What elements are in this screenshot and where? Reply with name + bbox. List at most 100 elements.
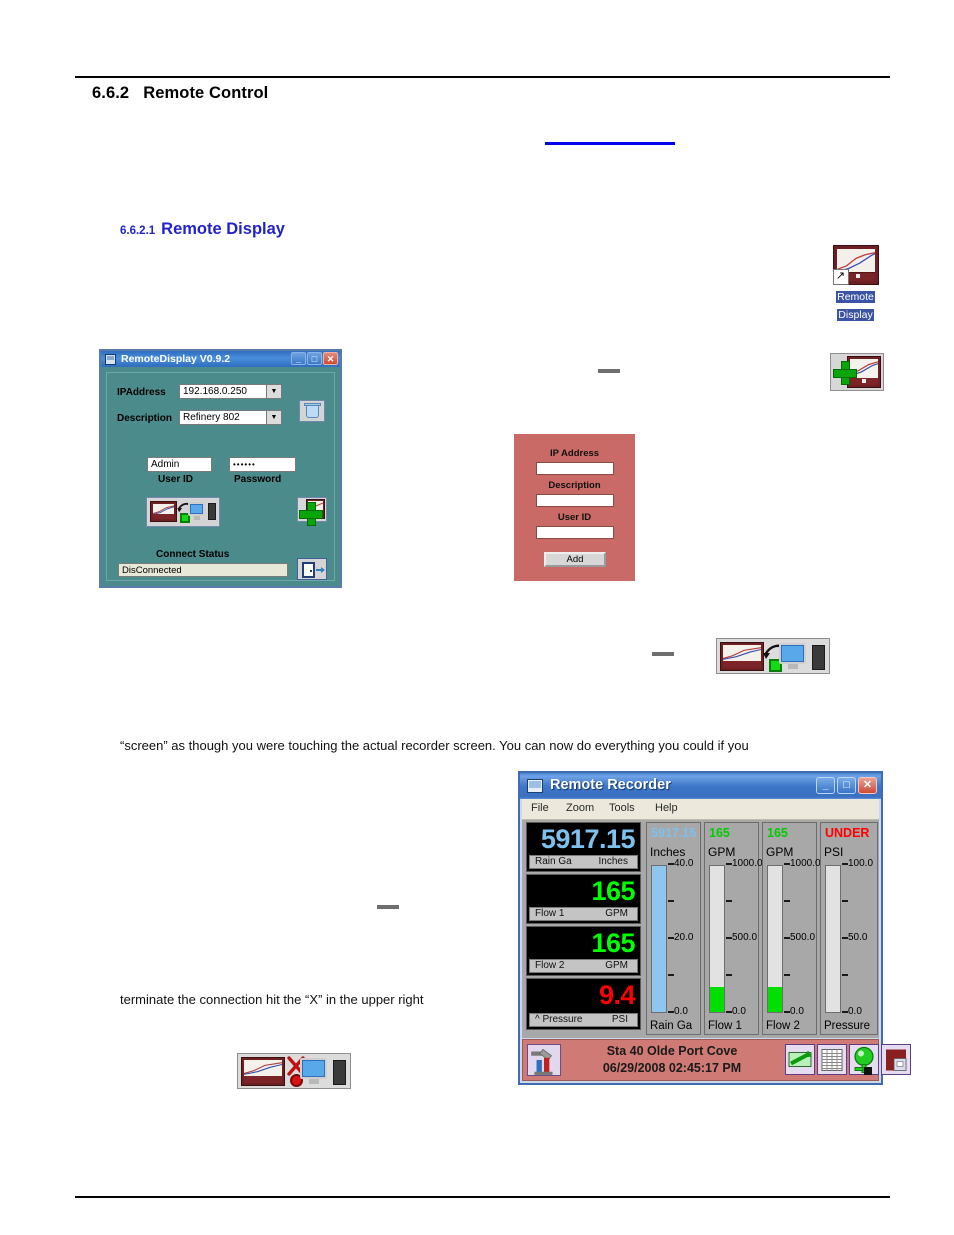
desktop-icon-remote-display[interactable]: ↗ Remote Display (828, 245, 883, 323)
connect-button-icon (148, 499, 218, 525)
window-controls: _ □ ✕ (291, 352, 338, 365)
add-user-id-label: User ID (557, 512, 592, 523)
gauge-tick-min: 0.0 (732, 1006, 746, 1017)
table-view-button[interactable] (817, 1044, 847, 1075)
resize-grip[interactable] (864, 1067, 872, 1075)
readout-unit: PSI (611, 1014, 628, 1025)
ip-address-combo[interactable]: 192.168.0.250 ▼ (179, 384, 282, 399)
recorder-base-small (153, 514, 174, 519)
recorder-thumb-led (862, 379, 867, 383)
minimize-button[interactable]: _ (291, 352, 306, 365)
gauge-tube (825, 865, 841, 1013)
window-app-icon (527, 779, 543, 793)
menu-item-help[interactable]: Help (655, 802, 678, 814)
gauge-tube (651, 865, 667, 1013)
connect-icon[interactable] (716, 638, 830, 674)
user-id-input[interactable]: Admin (147, 457, 212, 472)
readout-pressure[interactable]: 9.4 ^ Pressure PSI (526, 978, 641, 1030)
gauge-tube (767, 865, 783, 1013)
recorder-shape (150, 501, 177, 522)
gauge-flow-2[interactable]: 165 GPM 1000.0 500.0 0.0 Flow 2 (762, 822, 821, 1035)
menu-item-tools[interactable]: Tools (609, 802, 635, 814)
remote-recorder-titlebar[interactable]: Remote Recorder _ □ ✕ (520, 773, 881, 799)
recorder-shape (241, 1057, 285, 1086)
add-button[interactable]: Add (544, 552, 606, 567)
tools-icon-button[interactable] (527, 1044, 561, 1076)
readout-name: Flow 1 (535, 908, 565, 919)
close-button[interactable]: ✕ (858, 777, 877, 794)
recorder-base-small (244, 1075, 282, 1083)
gauge-tube (709, 865, 725, 1013)
bullet-dash-3 (377, 905, 399, 909)
readout-name: Rain Ga (535, 856, 572, 867)
add-user-id-input[interactable] (536, 526, 614, 539)
gauge-tick-max: 1000.0 (790, 858, 821, 869)
gauge-tick-min: 0.0 (790, 1006, 804, 1017)
chevron-down-icon[interactable]: ▼ (266, 385, 281, 398)
gauge-tick-max: 100.0 (848, 858, 874, 869)
gauge-unit: Inches (650, 845, 686, 859)
gauge-scale: 1000.0 500.0 0.0 (726, 859, 763, 1017)
gauge-scale: 40.0 20.0 0.0 (668, 859, 700, 1017)
gauge-unit: PSI (824, 845, 844, 859)
readout-rain-ga[interactable]: 5917.15 Rain Ga Inches (526, 822, 641, 872)
add-description-input[interactable] (536, 494, 614, 507)
connect-status-value: DisConnected (118, 563, 288, 577)
add-entry-button[interactable] (297, 497, 327, 526)
gauge-fill (652, 866, 666, 1012)
password-input[interactable]: •••••• (229, 457, 296, 472)
gauge-tick-min: 0.0 (848, 1006, 862, 1017)
bullet-dash-1 (598, 369, 620, 373)
paragraph-screen-touch: “screen” as though you were touching the… (120, 738, 749, 753)
section-number: 6.6.2 (92, 84, 130, 102)
readout-flow-1[interactable]: 165 Flow 1 GPM (526, 874, 641, 924)
pc-monitor-stand (788, 664, 798, 669)
readout-unit: GPM (605, 960, 628, 971)
description-combo[interactable]: Refinery 802 ▼ (179, 410, 282, 425)
gauge-rain-ga[interactable]: 5917.15 Inches 40.0 20.0 0.0 Rain Ga (646, 822, 701, 1035)
pc-monitor-stand (194, 516, 200, 520)
minimize-button[interactable]: _ (816, 777, 835, 794)
disconnect-icon[interactable] (237, 1053, 351, 1089)
save-button[interactable] (881, 1044, 911, 1075)
maximize-button[interactable]: □ (307, 352, 322, 365)
footer-rule (75, 1196, 890, 1198)
description-value: Refinery 802 (183, 412, 240, 423)
redacted-hyperlink[interactable] (545, 142, 675, 145)
trend-line-icon (244, 1062, 282, 1075)
remote-display-window: RemoteDisplay V0.9.2 _ □ ✕ IPAddress 192… (99, 349, 342, 588)
gauge-unit: GPM (708, 845, 736, 859)
connect-button[interactable] (146, 497, 220, 527)
connect-status-label: Connect Status (156, 549, 230, 560)
gauge-pressure[interactable]: UNDER PSI 100.0 50.0 0.0 Pressure (820, 822, 878, 1035)
window-controls: _ □ ✕ (816, 777, 877, 794)
connection-toggle-button[interactable] (785, 1044, 815, 1075)
delete-entry-button[interactable] (299, 400, 325, 422)
add-ip-label: IP Address (549, 448, 600, 459)
pc-monitor-icon (779, 643, 806, 664)
wrench-thermometer-icon (531, 1048, 553, 1075)
subsection-title: Remote Display (161, 220, 285, 238)
readout-value: 5917.15 (540, 824, 636, 854)
exit-button[interactable] (297, 558, 327, 580)
status-text: Sta 40 Olde Port Cove 06/29/2008 02:45:1… (567, 1043, 777, 1077)
shortcut-arrow-icon: ↗ (832, 269, 849, 285)
readout-flow-2[interactable]: 165 Flow 2 GPM (526, 926, 641, 976)
add-recorder-icon[interactable] (830, 353, 884, 391)
paragraph-terminate: terminate the connection hit the “X” in … (120, 992, 424, 1007)
maximize-button[interactable]: □ (837, 777, 856, 794)
subsection-heading: 6.6.2.1 Remote Display (120, 220, 285, 239)
add-ip-input[interactable] (536, 462, 614, 475)
section-heading: 6.6.2 Remote Control (92, 84, 268, 103)
pc-monitor-stand (309, 1079, 319, 1084)
menu-item-zoom[interactable]: Zoom (566, 802, 594, 814)
plus-icon (833, 361, 857, 385)
chevron-down-icon[interactable]: ▼ (266, 411, 281, 424)
readout-caption: Flow 2 GPM (529, 959, 638, 973)
remote-display-titlebar[interactable]: RemoteDisplay V0.9.2 _ □ ✕ (101, 351, 340, 367)
close-button[interactable]: ✕ (323, 352, 338, 365)
user-id-label: User ID (158, 474, 194, 485)
gauge-flow-1[interactable]: 165 GPM 1000.0 500.0 0.0 Flow 1 (704, 822, 763, 1035)
gauge-tick-max: 1000.0 (732, 858, 763, 869)
menu-item-file[interactable]: File (531, 802, 549, 814)
